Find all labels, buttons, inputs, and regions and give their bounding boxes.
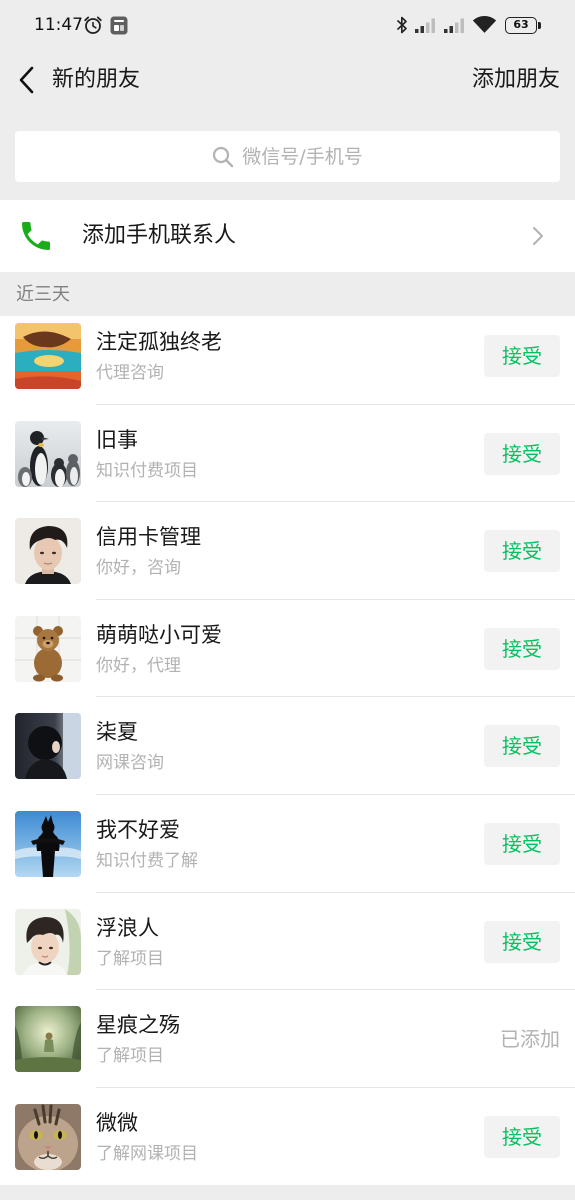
- notification-icon: [110, 16, 128, 35]
- avatar: [15, 615, 81, 682]
- request-message: 了解项目: [96, 1046, 164, 1067]
- request-message: 知识付费项目: [96, 460, 198, 481]
- battery-icon: 63: [505, 17, 537, 34]
- request-message: 你好，咨询: [96, 558, 181, 579]
- contact-name: 微微: [96, 1110, 138, 1135]
- list-item[interactable]: 浮浪人 了解项目 接受: [0, 892, 575, 991]
- bluetooth-icon: [396, 16, 407, 34]
- accept-button[interactable]: 接受: [484, 822, 560, 865]
- chevron-left-icon: [19, 66, 34, 94]
- avatar: [15, 713, 81, 780]
- search-placeholder: 微信号/手机号: [242, 145, 363, 168]
- new-friends-screen: 11:47 63 新的朋友 添加朋友 微信号/手机号 添加手机联系人 近三天 注…: [0, 0, 575, 1200]
- wifi-icon: [472, 15, 497, 33]
- accept-button[interactable]: 接受: [484, 432, 560, 475]
- added-status-label: 已添加: [500, 1027, 560, 1052]
- alarm-clock-icon: [84, 16, 102, 34]
- avatar: [15, 1006, 81, 1073]
- back-button[interactable]: [13, 64, 41, 96]
- accept-button[interactable]: 接受: [484, 627, 560, 670]
- accept-button[interactable]: 接受: [484, 335, 560, 377]
- add-phone-contacts-row[interactable]: 添加手机联系人: [0, 200, 575, 272]
- status-bar: 11:47 63: [0, 0, 575, 50]
- accept-button[interactable]: 接受: [484, 1115, 560, 1158]
- contact-name: 柒夏: [96, 720, 138, 745]
- request-message: 你好，代理: [96, 655, 181, 676]
- list-item[interactable]: 注定孤独终老 代理咨询 接受: [0, 316, 575, 405]
- avatar: [15, 420, 81, 487]
- section-header: 近三天: [0, 272, 575, 316]
- contact-name: 我不好爱: [96, 817, 180, 842]
- contact-name: 浮浪人: [96, 915, 159, 940]
- request-message: 代理咨询: [96, 363, 164, 383]
- add-phone-contacts-label: 添加手机联系人: [82, 223, 237, 248]
- header: 新的朋友 添加朋友: [0, 50, 575, 110]
- contact-name: 萌萌哒小可爱: [96, 622, 222, 647]
- request-message: 知识付费了解: [96, 850, 198, 871]
- accept-button[interactable]: 接受: [484, 920, 560, 963]
- list-item[interactable]: 旧事 知识付费项目 接受: [0, 404, 575, 503]
- search-icon: [213, 146, 234, 167]
- signal-icon: [415, 18, 435, 33]
- list-item[interactable]: 星痕之殇 了解项目 已添加: [0, 990, 575, 1088]
- avatar: [15, 810, 81, 877]
- section-title: 近三天: [16, 284, 70, 305]
- list-item[interactable]: 信用卡管理 你好，咨询 接受: [0, 502, 575, 600]
- contact-name: 星痕之殇: [96, 1013, 180, 1038]
- list-item[interactable]: 我不好爱 知识付费了解 接受: [0, 794, 575, 893]
- add-friend-button[interactable]: 添加朋友: [472, 65, 560, 95]
- avatar: [15, 1103, 81, 1170]
- avatar: [15, 908, 81, 975]
- accept-button[interactable]: 接受: [484, 530, 560, 573]
- contact-name: 注定孤独终老: [96, 330, 222, 354]
- avatar: [15, 323, 81, 389]
- signal-icon: [444, 18, 464, 33]
- request-message: 网课咨询: [96, 753, 164, 774]
- battery-nub: [538, 22, 541, 29]
- page-title: 新的朋友: [52, 67, 141, 92]
- request-message: 了解网课项目: [96, 1143, 198, 1164]
- status-time: 11:47: [34, 15, 83, 35]
- list-item[interactable]: 柒夏 网课咨询 接受: [0, 697, 575, 795]
- list-item[interactable]: 萌萌哒小可爱 你好，代理 接受: [0, 599, 575, 698]
- request-message: 了解项目: [96, 948, 164, 969]
- chevron-right-icon: [533, 227, 543, 245]
- search-input[interactable]: 微信号/手机号: [15, 131, 560, 182]
- list-item[interactable]: 微微 了解网课项目 接受: [0, 1087, 575, 1185]
- friend-request-list: 注定孤独终老 代理咨询 接受 旧事 知识付费项目 接受 信用卡管理 你好，咨询 …: [0, 316, 575, 1185]
- phone-icon: [22, 222, 50, 250]
- contact-name: 旧事: [96, 427, 138, 452]
- contact-name: 信用卡管理: [96, 525, 201, 550]
- avatar: [15, 518, 81, 585]
- accept-button[interactable]: 接受: [484, 725, 560, 768]
